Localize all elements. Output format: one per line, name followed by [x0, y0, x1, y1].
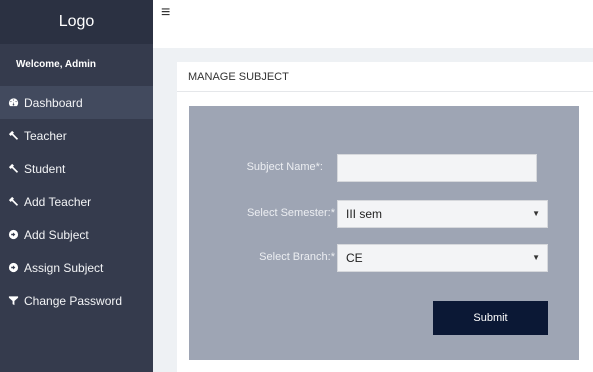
sidebar-item-student[interactable]: Student: [0, 152, 153, 185]
subject-form: Subject Name*: Select Semester:* III sem…: [189, 106, 579, 360]
wrench-icon: [5, 163, 21, 174]
sidebar: Logo Welcome, Admin Dashboard Teacher St…: [0, 0, 153, 372]
circle-arrow-icon: [5, 262, 21, 273]
sidebar-nav: Dashboard Teacher Student Add Teacher Ad…: [0, 86, 153, 317]
welcome-text: Welcome, Admin: [16, 59, 97, 70]
wrench-icon: [5, 196, 21, 207]
branch-value: CE: [346, 251, 363, 265]
top-bar: ≡: [153, 0, 593, 48]
sidebar-item-assign-subject[interactable]: Assign Subject: [0, 251, 153, 284]
sidebar-item-label: Teacher: [24, 128, 67, 143]
branch-select[interactable]: CE ▼: [337, 244, 548, 272]
circle-arrow-icon: [5, 229, 21, 240]
submit-button[interactable]: Submit: [433, 301, 548, 335]
sidebar-item-add-subject[interactable]: Add Subject: [0, 218, 153, 251]
sidebar-item-label: Assign Subject: [24, 260, 104, 275]
wrench-icon: [5, 130, 21, 141]
sidebar-item-label: Add Subject: [24, 227, 89, 242]
semester-select[interactable]: III sem ▼: [337, 200, 548, 228]
dashboard-icon: [5, 97, 21, 108]
chevron-down-icon: ▼: [532, 253, 540, 262]
sidebar-item-label: Change Password: [24, 293, 123, 308]
branch-label: Select Branch:*: [259, 251, 335, 263]
sidebar-item-label: Dashboard: [24, 95, 83, 110]
filter-icon: [5, 295, 21, 306]
semester-value: III sem: [346, 207, 383, 221]
logo[interactable]: Logo: [0, 0, 153, 44]
subject-name-label: Subject Name*:: [246, 161, 323, 173]
sidebar-item-dashboard[interactable]: Dashboard: [0, 86, 153, 119]
sidebar-item-label: Student: [24, 161, 66, 176]
semester-label: Select Semester:*: [246, 207, 335, 219]
manage-subject-panel: MANAGE SUBJECT Subject Name*: Select Sem…: [177, 62, 593, 372]
sidebar-item-label: Add Teacher: [24, 194, 92, 209]
subject-name-input[interactable]: [337, 154, 537, 182]
sidebar-item-change-password[interactable]: Change Password: [0, 284, 153, 317]
chevron-down-icon: ▼: [532, 209, 540, 218]
panel-title: MANAGE SUBJECT: [177, 62, 593, 92]
hamburger-menu-icon[interactable]: ≡: [161, 4, 170, 22]
sidebar-item-add-teacher[interactable]: Add Teacher: [0, 185, 153, 218]
sidebar-item-teacher[interactable]: Teacher: [0, 119, 153, 152]
